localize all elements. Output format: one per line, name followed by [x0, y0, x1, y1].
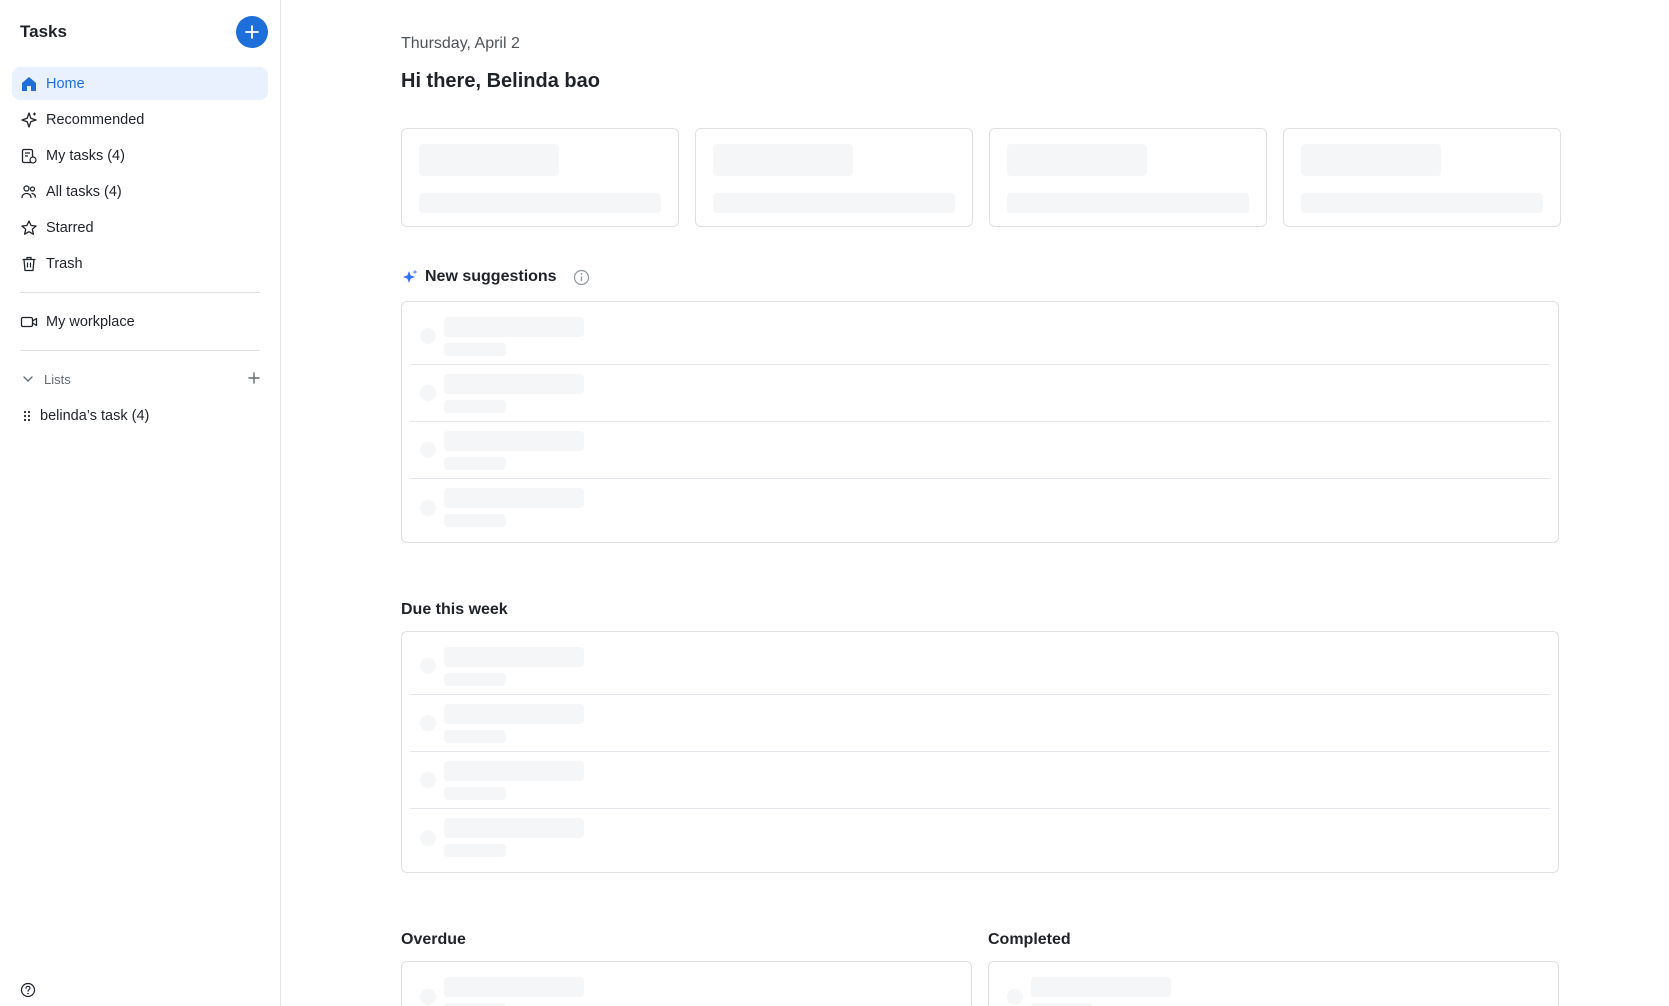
lists-label: Lists: [44, 371, 71, 387]
sidebar-divider: [20, 350, 260, 351]
sidebar-item-label: All tasks (4): [46, 183, 122, 200]
home-icon: [20, 75, 38, 93]
sidebar-item-home[interactable]: Home: [12, 67, 268, 100]
help-icon[interactable]: [20, 982, 36, 998]
list-item-placeholder: [410, 752, 1550, 809]
page-title: Hi there, Belinda bao: [401, 70, 600, 92]
chevron-down-icon[interactable]: [20, 371, 36, 387]
current-date: Thursday, April 2: [401, 35, 520, 52]
sidebar-item-starred[interactable]: Starred: [12, 211, 268, 244]
sparkle-icon: [20, 111, 38, 129]
my-tasks-icon: [20, 147, 38, 165]
add-list-icon[interactable]: [248, 371, 260, 387]
star-icon: [20, 219, 38, 237]
plus-icon: [245, 25, 259, 39]
list-item-placeholder: [410, 968, 963, 1006]
list-item-placeholder: [410, 809, 1550, 866]
overdue-title: Overdue: [401, 931, 466, 948]
completed-section: Completed: [988, 931, 1559, 1006]
overdue-section: Overdue: [401, 931, 972, 1006]
sidebar-item-recommended[interactable]: Recommended: [12, 103, 268, 136]
sidebar-item-label: Starred: [46, 219, 94, 236]
sidebar-item-trash[interactable]: Trash: [12, 247, 268, 280]
info-icon[interactable]: [573, 269, 590, 286]
sidebar-item-my-workplace[interactable]: My workplace: [12, 305, 268, 338]
list-item-placeholder: [410, 365, 1550, 422]
sidebar-item-all-tasks[interactable]: All tasks (4): [12, 175, 268, 208]
sidebar-item-label: Trash: [46, 255, 83, 272]
list-item-label: belinda’s task (4): [40, 407, 150, 424]
completed-panel: [988, 961, 1559, 1006]
sidebar-item-label: Recommended: [46, 111, 145, 128]
completed-title: Completed: [988, 931, 1071, 948]
bottom-sections: Overdue Completed: [401, 931, 1559, 1006]
stats-row: [401, 128, 1561, 227]
sidebar-item-label: My tasks (4): [46, 147, 125, 164]
lists-header[interactable]: Lists: [12, 363, 268, 395]
sidebar-item-label: My workplace: [46, 313, 135, 330]
people-icon: [20, 183, 38, 201]
suggestions-panel: [401, 301, 1559, 543]
sidebar-divider: [20, 292, 260, 293]
suggestions-header: New suggestions: [401, 265, 1559, 289]
sidebar-item-my-tasks[interactable]: My tasks (4): [12, 139, 268, 172]
video-icon: [20, 313, 38, 331]
list-item-placeholder: [997, 968, 1550, 1006]
overdue-panel: [401, 961, 972, 1006]
stat-card-placeholder: [401, 128, 679, 227]
stat-card-placeholder: [1283, 128, 1561, 227]
sidebar: Tasks Home Recommended My tasks (4) All …: [0, 0, 281, 1006]
stat-card-placeholder: [989, 128, 1267, 227]
suggestions-title: New suggestions: [425, 268, 557, 285]
main-content: Thursday, April 2 Hi there, Belinda bao …: [281, 0, 1669, 1006]
new-task-button[interactable]: [236, 16, 268, 48]
ai-sparkle-icon: [401, 268, 419, 286]
sidebar-header: Tasks: [12, 0, 268, 64]
list-item-placeholder: [410, 695, 1550, 752]
list-item-placeholder: [410, 422, 1550, 479]
list-item-placeholder: [410, 638, 1550, 695]
due-this-week-panel: [401, 631, 1559, 873]
list-item-placeholder: [410, 479, 1550, 536]
drag-handle-icon[interactable]: [20, 410, 34, 422]
list-item-belindas-task[interactable]: belinda’s task (4): [12, 399, 268, 432]
stat-card-placeholder: [695, 128, 973, 227]
sidebar-item-label: Home: [46, 75, 85, 92]
app-title: Tasks: [20, 22, 67, 41]
due-this-week-title: Due this week: [401, 601, 508, 618]
list-item-placeholder: [410, 308, 1550, 365]
trash-icon: [20, 255, 38, 273]
